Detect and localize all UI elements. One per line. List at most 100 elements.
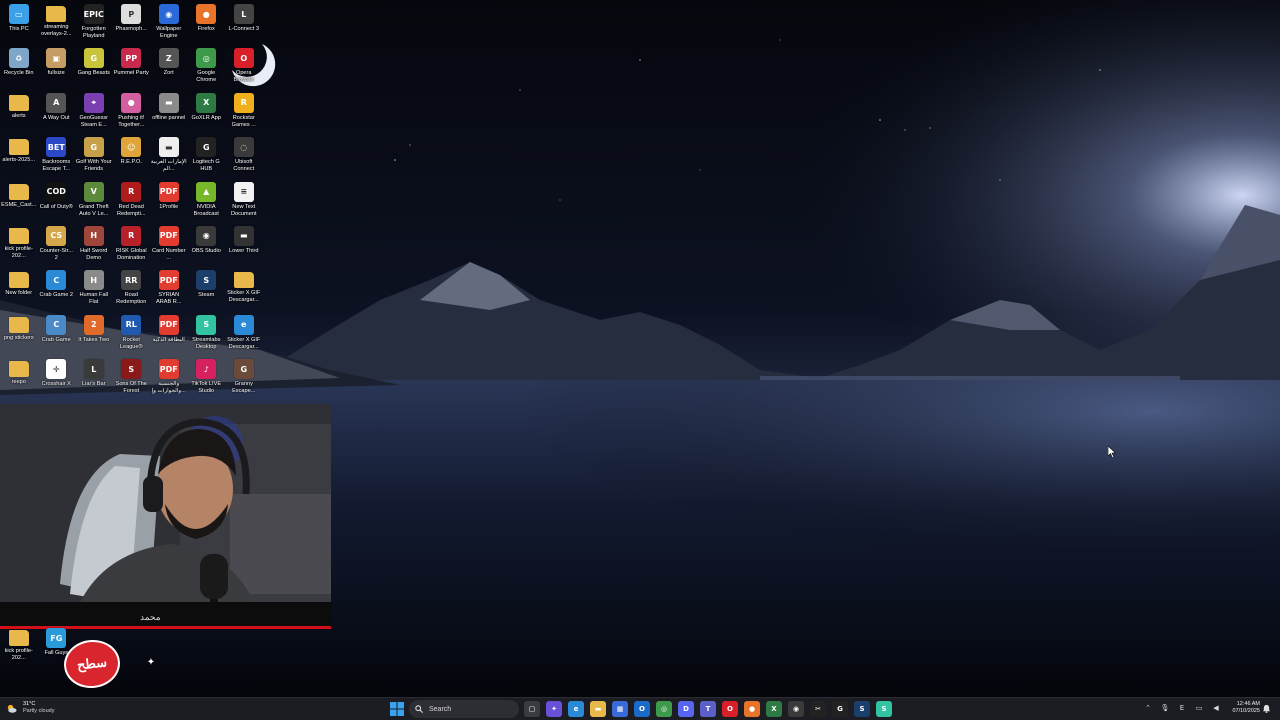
desktop-icon-label: والجنسية والجوازات وإ... (151, 381, 186, 395)
desktop-icon-item[interactable]: P Phasmoph... (113, 2, 151, 46)
desktop-icon-item[interactable]: BET Backrooms Escape T... (38, 135, 76, 179)
desktop-icon-item[interactable]: S Steam (188, 268, 226, 312)
start-button[interactable] (390, 702, 404, 716)
desktop-icon-item[interactable]: ☺ R.E.P.O. (113, 135, 151, 179)
copilot-icon[interactable]: ✦ (546, 701, 562, 717)
desktop-icon-item[interactable]: ▣ fullsize (38, 46, 76, 90)
desktop-icon-item[interactable]: ESME_Cast... (0, 180, 38, 224)
desktop-icon-item[interactable]: C Crab Game (38, 313, 76, 357)
desktop-icon-item[interactable]: V Grand Theft Auto V Le... (75, 180, 113, 224)
desktop-icon-item[interactable]: ≡ New Text Document (225, 180, 263, 224)
desktop-icon-item[interactable]: ▬ Lower Third (225, 224, 263, 268)
desktop-icon-item[interactable]: ● Firefox (188, 2, 226, 46)
search-placeholder: Search (429, 705, 452, 713)
store-icon[interactable]: ▦ (612, 701, 628, 717)
desktop-icon-item[interactable]: Sticker X GIF Descargar... (225, 268, 263, 312)
desktop-icon-item[interactable]: ⌖ GeoGuessr Steam E... (75, 91, 113, 135)
taskbar-search-box[interactable]: Search (409, 700, 519, 718)
notification-bell-icon[interactable] (1262, 704, 1271, 713)
task-view-icon[interactable]: ▢ (524, 701, 540, 717)
desktop-icon-item[interactable]: reepo (0, 357, 38, 401)
desktop-icon-item[interactable]: Z Zort (150, 46, 188, 90)
desktop-icon-item[interactable]: ♪ TikTok LIVE Studio (188, 357, 226, 401)
desktop-icon-item[interactable]: R RISK Global Domination (113, 224, 151, 268)
desktop-icon-item[interactable]: e Sticker X GIF Descargar... (225, 313, 263, 357)
steam-icon[interactable]: S (854, 701, 870, 717)
desktop-icon-item[interactable]: streaming overlays-2... (38, 2, 76, 46)
taskbar: 31°C Partly cloudy Search ▢ ✦ e ▬ ▦ O ◎ D T O ● X ◉ ✂… (0, 697, 1280, 720)
desktop-icon-item[interactable]: S Streamlabs Desktop (188, 313, 226, 357)
desktop-icon-label: L-Connect 3 (228, 26, 259, 32)
desktop-icon-item[interactable]: H Half Sword Demo (75, 224, 113, 268)
file-explorer-icon[interactable]: ▬ (590, 701, 606, 717)
desktop-icon-item[interactable]: H Human Fall Flat (75, 268, 113, 312)
desktop-icon-item[interactable]: kick profile-202... (0, 224, 38, 268)
chevron-up-icon[interactable]: ⌃ (1142, 702, 1154, 714)
desktop-icon-item[interactable]: EPIC Forgotten Playland (75, 2, 113, 46)
image-file-icon: ▣ (46, 48, 67, 69)
desktop-icon-item[interactable]: ◉ OBS Studio (188, 224, 226, 268)
edge-icon[interactable]: e (568, 701, 584, 717)
desktop-icon-item[interactable]: AA Way Out (38, 91, 76, 135)
desktop-icon-item[interactable]: alerts-2025... (0, 135, 38, 179)
desktop-icon-item[interactable]: G Logitech G HUB (188, 135, 226, 179)
liars-bar-icon: L (83, 359, 104, 380)
desktop-icon-item[interactable]: png stickers (0, 313, 38, 357)
discord-icon[interactable]: D (678, 701, 694, 717)
desktop-icon-item[interactable]: ◌ Ubisoft Connect (225, 135, 263, 179)
desktop-icon-item[interactable]: C Crab Game 2 (38, 268, 76, 312)
teams-icon[interactable]: T (700, 701, 716, 717)
desktop-icon-item[interactable]: RR Road Redemption (113, 268, 151, 312)
desktop-icon-item[interactable]: ♻ Recycle Bin (0, 46, 38, 90)
desktop-icon-item[interactable]: PDF SYRIAN ARAB R... (150, 268, 188, 312)
desktop-icon-item[interactable]: CS Counter-Str... 2 (38, 224, 76, 268)
desktop-icon-item[interactable]: G Granny Escape... (225, 357, 263, 401)
pummel-party-icon: PP (121, 48, 142, 69)
outlook-icon[interactable]: O (634, 701, 650, 717)
opera-icon[interactable]: O (722, 701, 738, 717)
desktop-icon-item[interactable]: ◉ Wallpaper Engine (150, 2, 188, 46)
desktop-icon-item[interactable]: L L-Connect 3 (225, 2, 263, 46)
desktop-icon-item[interactable]: PDF والجنسية والجوازات وإ... (150, 357, 188, 401)
volume-icon[interactable]: ◀︎ (1210, 702, 1222, 714)
capcut-icon[interactable]: ✂ (810, 701, 826, 717)
desktop-icon-item[interactable]: O Opera Browser (225, 46, 263, 90)
desktop-icon-item[interactable]: X GoXLR App (188, 91, 226, 135)
desktop-icon-item[interactable]: ◎ Google Chrome (188, 46, 226, 90)
desktop-icon-item[interactable]: ▬ الإمارات العربية الم... (150, 135, 188, 179)
desktop-icon-item[interactable]: L Liar's Bar (75, 357, 113, 401)
desktop-icon-item[interactable]: PDF البطاقة الذكية (150, 313, 188, 357)
microphone-icon[interactable]: 🎙︎ (1159, 702, 1171, 714)
taskbar-clock[interactable]: 12:46 AM 07/10/2025 (1226, 701, 1260, 715)
desktop-icon-item[interactable]: RL Rocket League® (113, 313, 151, 357)
pdf-icon: PDF (158, 359, 179, 380)
rockstar-icon: R (233, 92, 254, 113)
desktop-icon-item[interactable]: ▲ NVIDIA Broadcast (188, 180, 226, 224)
desktop-icon-item[interactable]: ● Pushing it! Together... (113, 91, 151, 135)
desktop-icon-item[interactable]: G Golf With Your Friends (75, 135, 113, 179)
desktop-icon-item[interactable]: alerts (0, 91, 38, 135)
desktop-icon-item[interactable]: ▬ offline pannel (150, 91, 188, 135)
logitech-icon[interactable]: G (832, 701, 848, 717)
desktop-icon-item[interactable]: 2 It Takes Two (75, 313, 113, 357)
obs-icon[interactable]: ◉ (788, 701, 804, 717)
lower-icon-item[interactable]: kick profile-202... (0, 626, 38, 670)
desktop-icon-item[interactable]: New folder (0, 268, 38, 312)
input-language-indicator[interactable]: E (1176, 702, 1188, 714)
desktop-icon-item[interactable]: COD Call of Duty® (38, 180, 76, 224)
desktop-icon-item[interactable]: R Red Dead Redempti... (113, 180, 151, 224)
desktop-icon-item[interactable]: S Sons Of The Forest (113, 357, 151, 401)
weather-widget[interactable]: 31°C Partly cloudy (6, 701, 55, 715)
desktop-icon-item[interactable]: ▭ This PC (0, 2, 38, 46)
desktop-icon-item[interactable]: PP Pummel Party (113, 46, 151, 90)
chrome-icon[interactable]: ◎ (656, 701, 672, 717)
network-icon[interactable]: ▭ (1193, 702, 1205, 714)
firefox-icon[interactable]: ● (744, 701, 760, 717)
goxlr-icon[interactable]: X (766, 701, 782, 717)
desktop-icon-item[interactable]: R Rockstar Games ... (225, 91, 263, 135)
streamlabs-icon[interactable]: S (876, 701, 892, 717)
desktop-icon-item[interactable]: G Gang Beasts (75, 46, 113, 90)
desktop-icon-item[interactable]: PDF 1Profile (150, 180, 188, 224)
desktop-icon-item[interactable]: PDF Card Number ... (150, 224, 188, 268)
desktop-icon-item[interactable]: ✛ Crosshair X (38, 357, 76, 401)
